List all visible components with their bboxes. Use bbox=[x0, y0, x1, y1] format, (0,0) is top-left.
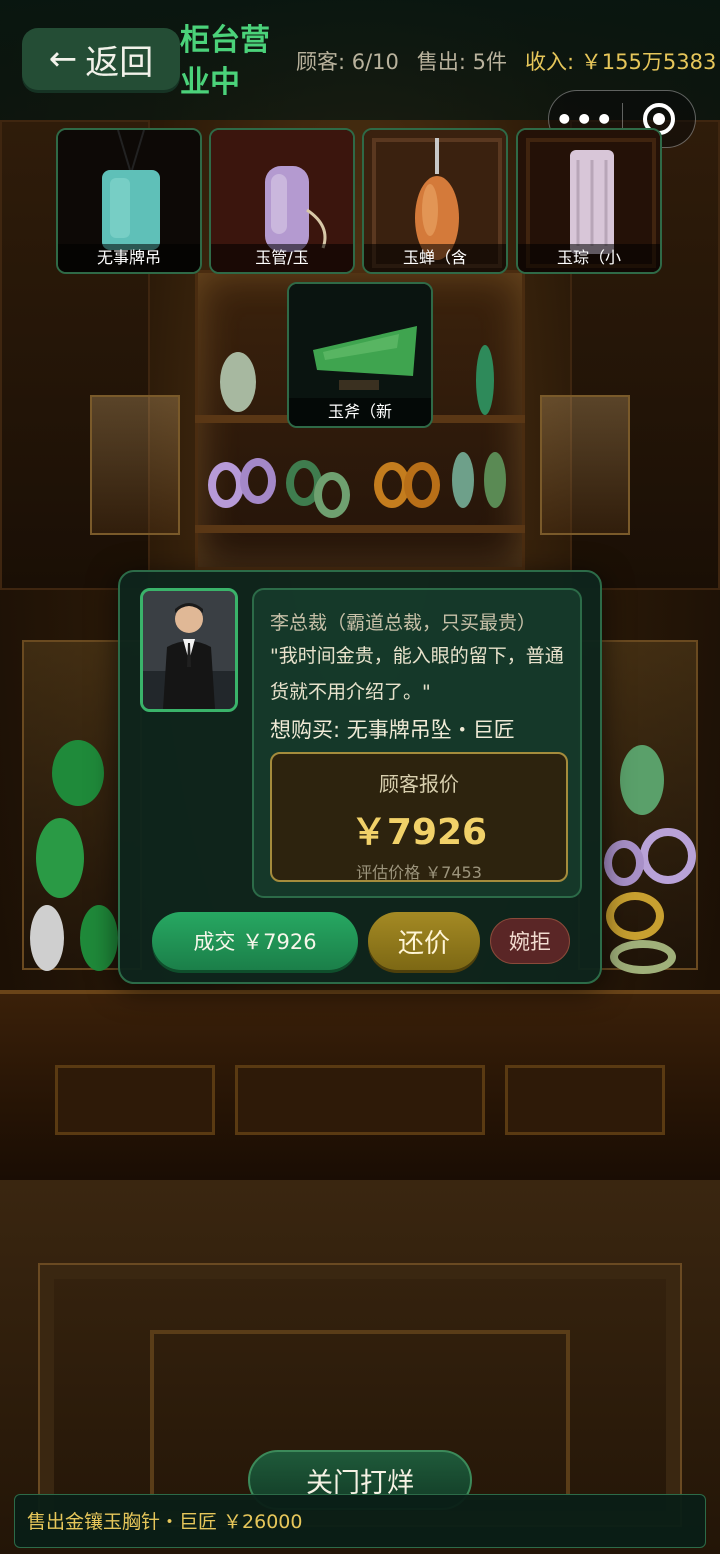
pendant-icon bbox=[452, 452, 474, 508]
accept-deal-button[interactable]: 成交 ￥7926 bbox=[152, 912, 358, 970]
bangle-icon bbox=[314, 472, 350, 518]
jade-pendant-icon bbox=[36, 818, 84, 898]
bangle-icon bbox=[208, 462, 244, 508]
sold-count: 售出: 5件 bbox=[416, 50, 508, 74]
item-card[interactable]: 玉蝉（含 bbox=[362, 128, 508, 274]
buddha-figure-icon bbox=[220, 352, 256, 412]
shelf-divider bbox=[195, 525, 525, 533]
jade-pendant-icon bbox=[620, 745, 664, 815]
back-button[interactable]: ← 返回 bbox=[22, 28, 180, 90]
carved-panel bbox=[55, 1065, 215, 1135]
counter-offer-button[interactable]: 还价 bbox=[368, 912, 480, 970]
customer-name: 李总裁（霸道总裁，只买最贵） bbox=[270, 612, 537, 634]
offer-price: ￥7926 bbox=[350, 812, 488, 853]
customer-count: 顾客: 6/10 bbox=[296, 50, 399, 74]
bangle-icon bbox=[610, 940, 676, 974]
item-card[interactable]: 无事牌吊 bbox=[56, 128, 202, 274]
evaluation-price: 评估价格 ￥7453 bbox=[356, 863, 482, 882]
item-name: 无事牌吊 bbox=[58, 244, 200, 272]
carved-panel bbox=[235, 1065, 485, 1135]
businessman-avatar-icon bbox=[143, 591, 235, 709]
item-card[interactable]: 玉管/玉 bbox=[209, 128, 355, 274]
customer-quote: "我时间金贵，能入眼的留下，普通货就不用介绍了。" bbox=[270, 645, 564, 703]
pendant-icon bbox=[484, 452, 506, 508]
glass-display-case bbox=[90, 395, 180, 535]
customer-wanted-item: 想购买: 无事牌吊坠・巨匠 bbox=[270, 718, 515, 742]
back-arrow-icon: ← bbox=[48, 39, 78, 79]
bangle-icon bbox=[606, 892, 664, 940]
bangle-icon bbox=[404, 462, 440, 508]
bangle-icon bbox=[604, 840, 644, 886]
jade-pendant-icon bbox=[52, 740, 104, 806]
stats-bar: 顾客: 6/10 售出: 5件 收入: ￥155万5383 bbox=[296, 46, 716, 76]
reject-button[interactable]: 婉拒 bbox=[490, 918, 570, 964]
bangle-icon bbox=[240, 458, 276, 504]
carved-panel bbox=[505, 1065, 665, 1135]
jade-pendant-icon bbox=[80, 905, 118, 971]
jade-pendant-icon bbox=[30, 905, 64, 971]
customer-offer-dialog: 李总裁（霸道总裁，只买最贵） "我时间金贵，能入眼的留下，普通货就不用介绍了。"… bbox=[118, 570, 602, 984]
customer-speech-panel: 李总裁（霸道总裁，只买最贵） "我时间金贵，能入眼的留下，普通货就不用介绍了。"… bbox=[252, 588, 582, 898]
income-total: 收入: ￥155万5383 bbox=[525, 50, 717, 74]
item-name: 玉琮（小 bbox=[518, 244, 660, 272]
item-name: 玉斧（新 bbox=[289, 398, 431, 426]
bangle-icon bbox=[640, 828, 696, 884]
item-name: 玉管/玉 bbox=[211, 244, 353, 272]
guanyin-figure-icon bbox=[476, 345, 494, 415]
customer-avatar bbox=[140, 588, 238, 712]
item-card[interactable]: 玉琮（小 bbox=[516, 128, 662, 274]
back-label: 返回 bbox=[85, 42, 154, 83]
item-card[interactable]: 玉斧（新 bbox=[287, 282, 433, 428]
item-name: 玉蝉（含 bbox=[364, 244, 506, 272]
glass-display-case bbox=[540, 395, 630, 535]
shop-status: 柜台营业中 bbox=[180, 23, 270, 100]
offer-title: 顾客报价 bbox=[379, 772, 459, 796]
offer-box: 顾客报价 ￥7926 评估价格 ￥7453 bbox=[270, 752, 568, 882]
sales-ticker: 售出金镶玉胸针・巨匠 ￥26000 bbox=[14, 1494, 706, 1548]
